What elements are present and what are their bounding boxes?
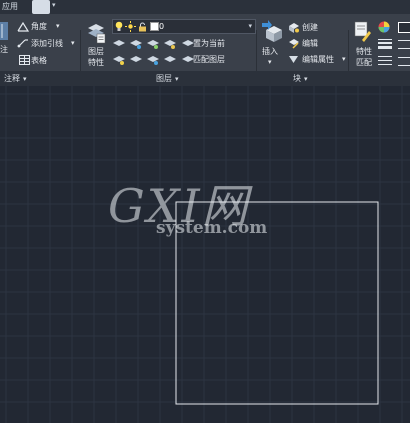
group-title-layers[interactable]: 图层 ▾	[156, 71, 179, 87]
match-layer-button[interactable]: 匹配图层	[193, 54, 225, 65]
ribbon-panel: 注 角度 ▾ 添加引线 ▾ 表格 图层 特性 0 ▾ 置为当前 匹配图层 插入 …	[0, 14, 410, 87]
current-layer-dropdown[interactable]: 0 ▾	[112, 19, 256, 34]
color-wheel-icon[interactable]	[378, 21, 390, 33]
insert-block-button[interactable]: 插入	[262, 46, 278, 57]
annotation-partial-label: 注	[0, 45, 8, 54]
sun-icon	[125, 21, 136, 32]
group-title-annotation[interactable]: 注释 ▾	[4, 71, 27, 87]
linetype-icon[interactable]	[378, 55, 392, 66]
edit-block-button[interactable]: 编辑	[302, 38, 318, 49]
property-linetype-value[interactable]	[398, 57, 410, 66]
layer-properties-label-1[interactable]: 图层	[88, 46, 104, 57]
lineweight-icon[interactable]	[378, 38, 392, 49]
angle-icon[interactable]	[17, 22, 29, 32]
group-title-block-text: 块	[293, 74, 301, 83]
group-title-block[interactable]: 块 ▾	[293, 71, 308, 87]
create-block-icon[interactable]	[288, 22, 299, 33]
chevron-down-icon[interactable]: ▾	[342, 55, 346, 63]
chevron-down-icon[interactable]: ▾	[175, 75, 179, 83]
add-leader-button[interactable]: 添加引线	[31, 38, 63, 49]
create-block-button[interactable]: 创建	[302, 22, 318, 33]
layer-tools-row2-icons[interactable]	[112, 53, 204, 66]
video-icon[interactable]	[32, 0, 50, 14]
chevron-down-icon[interactable]: ▾	[304, 75, 308, 83]
layer-properties-icon[interactable]	[86, 20, 106, 44]
chevron-down-icon[interactable]: ▾	[52, 1, 56, 9]
leader-icon[interactable]	[17, 38, 29, 48]
property-color-swatch[interactable]	[398, 22, 410, 33]
chevron-down-icon[interactable]: ▾	[248, 20, 252, 33]
edit-attributes-icon[interactable]	[288, 54, 299, 65]
group-title-annotation-text: 注释	[4, 74, 20, 83]
property-lineweight-value[interactable]	[398, 40, 410, 49]
dimension-icon[interactable]	[0, 20, 10, 42]
match-properties-label-2[interactable]: 匹配	[356, 57, 372, 68]
unlock-icon	[139, 22, 146, 32]
ribbon-group-titles: 注释 ▾ 图层 ▾ 块 ▾	[0, 71, 410, 86]
insert-block-icon[interactable]	[262, 20, 282, 44]
current-layer-name: 0	[159, 22, 165, 31]
set-current-layer-button[interactable]: 置为当前	[193, 38, 225, 49]
layer-tools-row1-icons[interactable]	[112, 37, 204, 50]
title-bar: 应用 ▾	[0, 0, 410, 15]
chevron-down-icon[interactable]: ▾	[268, 58, 272, 66]
angle-dimension-button[interactable]: 角度	[31, 21, 47, 32]
chevron-down-icon[interactable]: ▾	[23, 75, 27, 83]
chevron-down-icon[interactable]: ▾	[71, 39, 75, 47]
drawing-canvas[interactable]	[0, 86, 410, 423]
drawn-rectangle[interactable]	[175, 201, 379, 405]
lightbulb-icon	[115, 21, 123, 31]
table-button[interactable]: 表格	[31, 55, 47, 66]
table-icon[interactable]	[19, 55, 30, 65]
chevron-down-icon[interactable]: ▾	[56, 22, 60, 30]
grid-and-drawing[interactable]	[0, 86, 410, 423]
grid-lines	[0, 86, 410, 423]
group-title-layers-text: 图层	[156, 74, 172, 83]
match-properties-label-1[interactable]: 特性	[356, 46, 372, 57]
ribbon-tab-apps[interactable]: 应用	[2, 0, 18, 14]
layer-properties-label-2[interactable]: 特性	[88, 57, 104, 68]
edit-attributes-button[interactable]: 编辑属性	[302, 54, 334, 65]
autocad-window: 应用 ▾ 注 角度 ▾ 添加引线 ▾ 表格 图层 特性 0 ▾ 置为当前 匹配图…	[0, 0, 410, 423]
match-properties-icon[interactable]	[354, 20, 372, 44]
edit-block-icon[interactable]	[288, 38, 299, 49]
color-swatch	[150, 22, 159, 31]
